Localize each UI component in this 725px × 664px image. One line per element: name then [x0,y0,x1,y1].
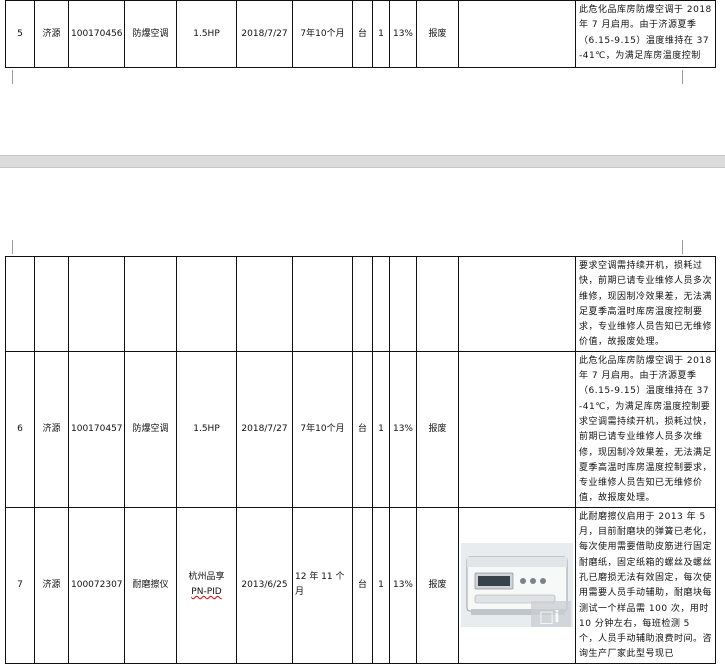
cell-name: 防爆空调 [124,350,177,508]
cell-qty: 1 [372,506,390,664]
model-line-1: 杭州品享 [188,572,225,583]
cell-name: 防爆空调 [124,0,177,68]
asset-table-bottom: 要求空调需持续开机，损耗过快，前期已请专业维修人员多次维修，现因制冷效果差，无法… [5,256,716,664]
cell-date: 2013/6/25 [236,506,293,664]
crop-mark [12,240,13,254]
cell-duration: 7年10个月 [292,350,353,508]
cell-rate: 13% [389,0,417,68]
cell-date: 2018/7/27 [236,0,293,68]
cell-name [124,256,177,352]
cell-rate: 13% [389,350,417,508]
cell-model: 1.5HP [176,0,237,68]
cell-note: 要求空调需持续开机，损耗过快，前期已请专业维修人员多次维修，现因制冷效果差，无法… [575,256,716,352]
cell-qty: 1 [372,350,390,508]
cell-duration: 12 年 11 个月 [292,506,353,664]
cell-date [236,256,293,352]
abrasion-tester-image: □i [461,543,573,628]
crop-mark [682,70,683,84]
page-break [0,155,725,168]
table-row: 7 济源 100072307 耐磨擦仪 杭州品享 PN-PID 2013/6/2… [5,506,716,664]
cell-qty [372,256,390,352]
cell-no: 7 [5,506,35,664]
cell-no [5,256,35,352]
equipment-photo: □i [461,543,573,628]
cell-no: 5 [5,0,35,68]
cell-action [416,256,459,352]
cell-unit: 台 [352,506,373,664]
cell-note: 此危化品库房防爆空调于 2018 年 7 月启用。由于济源夏季（6.15-9.1… [575,350,716,508]
table-row: 6 济源 100170457 防爆空调 1.5HP 2018/7/27 7年10… [5,350,716,508]
svg-text:□i: □i [539,607,560,626]
table-row: 要求空调需持续开机，损耗过快，前期已请专业维修人员多次维修，现因制冷效果差，无法… [5,256,716,352]
cell-note: 此危化品库房防爆空调于 2018 年 7 月启用。由于济源夏季（6.15-9.1… [575,0,716,68]
model-line-2: PN-PID [191,587,222,598]
cell-model: 杭州品享 PN-PID [176,506,237,664]
cell-asset-id: 100072307 [68,506,125,664]
cell-asset-id: 100170456 [68,0,125,68]
cell-no: 6 [5,350,35,508]
cell-action: 报废 [416,0,459,68]
cell-location: 济源 [34,506,69,664]
crop-mark [682,240,683,254]
cell-model [176,256,237,352]
document-page-top: 5 济源 100170456 防爆空调 1.5HP 2018/7/27 7年10… [0,0,725,155]
cell-date: 2018/7/27 [236,350,293,508]
cell-model: 1.5HP [176,350,237,508]
cell-photo [458,0,576,68]
cell-photo: □i [458,506,576,664]
cell-unit [352,256,373,352]
crop-mark [12,70,13,84]
cell-location: 济源 [34,350,69,508]
cell-asset-id [68,256,125,352]
cell-location [34,256,69,352]
table-row: 5 济源 100170456 防爆空调 1.5HP 2018/7/27 7年10… [5,0,716,68]
cell-photo [458,256,576,352]
cell-unit: 台 [352,0,373,68]
cell-asset-id: 100170457 [68,350,125,508]
cell-location: 济源 [34,0,69,68]
cell-name: 耐磨擦仪 [124,506,177,664]
cell-qty: 1 [372,0,390,68]
cell-duration: 7年10个月 [292,0,353,68]
document-page-bottom: 要求空调需持续开机，损耗过快，前期已请专业维修人员多次维修，现因制冷效果差，无法… [0,168,725,664]
cell-photo [458,350,576,508]
cell-rate [389,256,417,352]
cell-action: 报废 [416,506,459,664]
cell-unit: 台 [352,350,373,508]
cell-rate: 13% [389,506,417,664]
cell-action: 报废 [416,350,459,508]
asset-table-top: 5 济源 100170456 防爆空调 1.5HP 2018/7/27 7年10… [5,0,716,68]
cell-duration [292,256,353,352]
cell-note: 此耐磨擦仪启用于 2013 年 5 月，目前耐磨块的弹簧已老化，每次使用需要借助… [575,506,716,664]
